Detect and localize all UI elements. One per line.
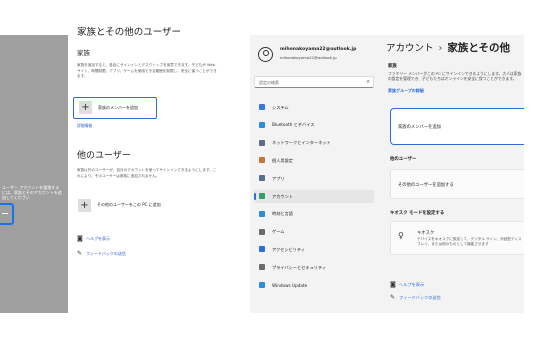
add-other-user-label: その他のユーザーをこの PC に追加	[97, 202, 161, 207]
avatar[interactable]	[258, 47, 273, 62]
feedback-label: フィードバックの送信	[86, 251, 126, 256]
sidebar-item[interactable]: 時刻と言語	[254, 208, 374, 221]
sidebar-item[interactable]: ネットワークとインターネット	[254, 137, 374, 150]
help-link[interactable]: ◙ ヘルプを表示	[77, 236, 110, 242]
sidebar-item-label: 時刻と言語	[272, 211, 293, 217]
account-email: mihonakoyama22@outlook.jp	[280, 47, 357, 52]
add-family-member-card[interactable]: 家族のメンバーを追加	[390, 108, 524, 145]
win11-settings-window: mihonakoyama22@outlook.jp mihonakoyama22…	[250, 35, 524, 313]
learn-more-link[interactable]: 詳細情報	[77, 123, 92, 129]
other-users-heading: 他のユーザー	[77, 151, 131, 161]
search-icon: ⌕	[366, 78, 370, 85]
family-group-link[interactable]: 家族グループの詳細	[388, 88, 424, 94]
help-icon: ◙	[390, 281, 396, 288]
feedback-label: フィードバックの送信	[399, 295, 441, 300]
sidebar-selected-item[interactable]	[0, 203, 14, 225]
kiosk-description: デバイスをキオスクに設定して、デジタル サイン、対話型ディスプレイ、または他のも…	[417, 237, 522, 246]
sidebar-item[interactable]: ゲーム	[254, 226, 374, 239]
add-other-user-label: その他のユーザーを追加する	[398, 183, 454, 188]
sidebar-item-label: ネットワークとインターネット	[272, 140, 331, 146]
nav-icon	[259, 139, 265, 146]
help-link[interactable]: ◙ ヘルプを表示	[390, 282, 424, 288]
search-placeholder: 設定の検索	[259, 79, 279, 85]
sidebar-item[interactable]: アカウント	[254, 190, 374, 203]
add-family-member-label: 家族のメンバーを追加	[398, 125, 441, 130]
feedback-icon: ✎	[77, 250, 83, 257]
nav-icon	[259, 175, 265, 182]
family-description: 家族を追加すると、各自にサインインとデスクトップを用意できます。子どもが Web…	[77, 63, 217, 78]
selection-indicator	[254, 193, 256, 200]
family-heading: 家族	[388, 64, 397, 69]
feedback-link[interactable]: ✎ フィードバックの送信	[77, 251, 126, 257]
kiosk-title: キオスク	[417, 231, 435, 236]
sidebar-item-label: 個人用設定	[272, 157, 293, 163]
sidebar-item-label: システム	[272, 104, 289, 110]
feedback-icon: ✎	[390, 294, 396, 301]
nav-icon	[259, 104, 265, 110]
kiosk-heading: キオスク モードを設定する	[390, 211, 445, 216]
kiosk-card[interactable]: ♀ キオスク デバイスをキオスクに設定して、デジタル サイン、対話型ディスプレイ…	[390, 221, 524, 255]
sidebar-item[interactable]: Windows Update	[254, 279, 374, 292]
help-icon: ◙	[77, 235, 83, 242]
left-sidebar: ユーザー アカウントを管理するには、家族とそのアカウントを追加してください	[0, 35, 68, 313]
help-label: ヘルプを表示	[399, 282, 425, 287]
kiosk-icon: ♀	[398, 231, 404, 240]
sidebar-item[interactable]: Bluetooth とデバイス	[254, 119, 374, 132]
sidebar-item-label: ゲーム	[272, 229, 285, 235]
breadcrumb: アカウント › 家族とその他	[386, 40, 510, 55]
add-other-user-card[interactable]: その他のユーザーを追加する	[390, 169, 524, 199]
sidebar-text: ユーザー アカウントを管理するには、家族とそのアカウントを追加してください	[2, 185, 62, 200]
sidebar-item[interactable]: 個人用設定	[254, 154, 374, 167]
nav-icon	[259, 193, 265, 199]
family-heading: 家族	[77, 49, 90, 57]
sidebar-item-label: アカウント	[272, 193, 293, 199]
add-family-member-button[interactable]: + 家族のメンバーを追加	[73, 97, 157, 119]
breadcrumb-separator: ›	[438, 43, 443, 54]
sidebar-item-label: Bluetooth とデバイス	[272, 122, 315, 128]
nav-icon	[259, 228, 265, 235]
sidebar-item[interactable]: アプリ	[254, 172, 374, 185]
sidebar-item-label: アクセシビリティ	[272, 246, 306, 252]
sidebar-item[interactable]: システム	[254, 101, 374, 114]
sidebar-item-label: Windows Update	[272, 282, 308, 288]
page-title: 家族とその他のユーザー	[77, 27, 182, 38]
breadcrumb-parent[interactable]: アカウント	[386, 43, 434, 54]
other-users-description: 家族以外のユーザーが、自分のアカウントを使ってサインインできるようにします。これ…	[77, 168, 217, 178]
nav-icon	[259, 264, 265, 271]
nav-icon	[259, 246, 265, 253]
sidebar-item[interactable]: アクセシビリティ	[254, 243, 374, 256]
account-email-sub: mihonakoyama22@outlook.jp	[280, 55, 337, 60]
nav-icon	[259, 210, 265, 217]
help-label: ヘルプを表示	[86, 236, 110, 241]
feedback-link[interactable]: ✎ フィードバックの送信	[390, 295, 441, 301]
other-users-heading: 他のユーザー	[390, 157, 417, 162]
nav-icon	[259, 121, 265, 128]
sidebar-item-label: アプリ	[272, 175, 285, 181]
plus-icon: +	[78, 199, 91, 212]
sidebar-item-label: プライバシーとセキュリティ	[272, 264, 327, 270]
nav-icon	[259, 157, 265, 164]
add-family-member-label: 家族のメンバーを追加	[98, 105, 138, 110]
family-description: ファミリー メンバーがこの PC にサインインできるようにします。大人は家族の設…	[388, 71, 522, 81]
breadcrumb-current: 家族とその他	[447, 42, 511, 54]
sidebar-item[interactable]: プライバシーとセキュリティ	[254, 261, 374, 274]
nav-icon	[259, 282, 265, 288]
search-input[interactable]: 設定の検索 ⌕	[254, 76, 374, 88]
plus-icon: +	[79, 101, 92, 114]
